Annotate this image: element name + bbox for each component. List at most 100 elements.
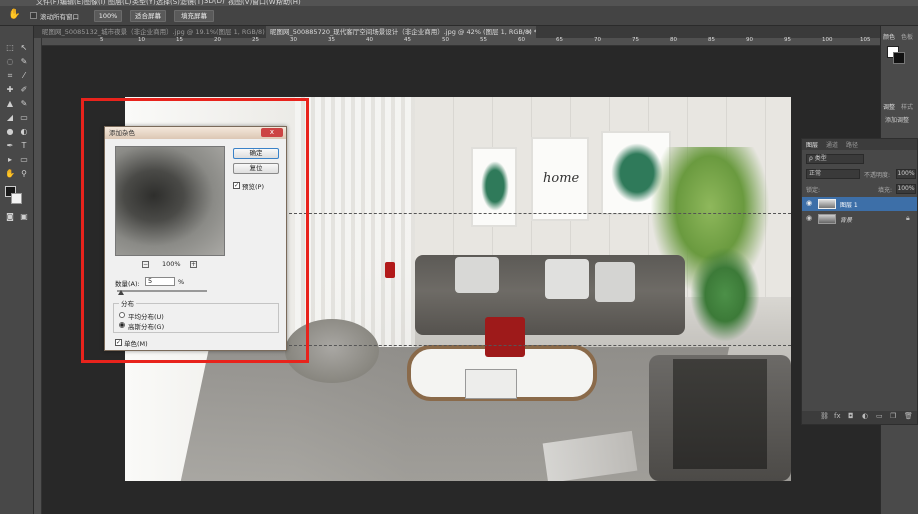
dodge-tool-icon[interactable]: ◐ xyxy=(18,127,30,137)
scroll-all-label: 滚动所有窗口 xyxy=(40,13,79,21)
eyedropper-icon[interactable]: ⁄ xyxy=(18,71,30,81)
frame-home-text: home xyxy=(543,171,580,186)
eraser-icon[interactable]: ◢ xyxy=(4,113,16,123)
tab-layers[interactable]: 图层 xyxy=(806,140,818,149)
fill-screen-button[interactable]: 填充屏幕 xyxy=(174,10,214,22)
new-layer-icon[interactable]: ❐ xyxy=(890,412,896,420)
close-icon[interactable]: × xyxy=(526,26,532,38)
pen-tool-icon[interactable]: ✒ xyxy=(4,141,16,151)
type-tool-icon[interactable]: T xyxy=(18,141,30,151)
blur-tool-icon[interactable]: ● xyxy=(4,127,16,137)
doc-tab-1[interactable]: 昵图网_50085132_城市夜景（非企业商用）.jpg @ 19.1%(图层 … xyxy=(38,26,266,38)
fit-screen-button[interactable]: 适合屏幕 xyxy=(130,10,166,22)
layer-name: 背景 xyxy=(840,217,853,224)
layer-style-icon[interactable]: fx xyxy=(834,412,841,420)
eye-icon[interactable]: ◉ xyxy=(806,199,812,207)
ruler-tick-label: 60 xyxy=(518,37,525,43)
tab-color[interactable]: 颜色 xyxy=(883,32,895,41)
ruler-tick-label: 40 xyxy=(366,37,373,43)
scroll-all-checkbox[interactable] xyxy=(30,12,37,19)
crop-tool-icon[interactable]: ⌗ xyxy=(4,71,16,81)
healing-brush-icon[interactable]: ✚ xyxy=(4,85,16,95)
hand-tool-icon[interactable]: ✋ xyxy=(8,9,20,20)
adjustment-layer-icon[interactable]: ◐ xyxy=(862,412,868,420)
sofa-cushion-white xyxy=(455,257,499,293)
brush-tool-icon[interactable]: ✐ xyxy=(18,85,30,95)
delete-layer-icon[interactable]: 🗑︎ xyxy=(904,412,913,420)
shape-tool-icon[interactable]: ▭ xyxy=(18,155,30,165)
layer-row[interactable]: ◉ 图层 1 xyxy=(802,197,917,211)
layer-name: 图层 1 xyxy=(840,202,858,209)
zoom-100-button[interactable]: 100% xyxy=(94,10,122,22)
layer-row[interactable]: ◉ 背景 🔒︎ xyxy=(802,212,917,226)
ruler-tick-label: 45 xyxy=(404,37,411,43)
marquee-tool-icon[interactable]: ⬚ xyxy=(4,43,16,53)
ruler-tick-label: 70 xyxy=(594,37,601,43)
layer-thumbnail xyxy=(818,199,836,209)
background-color-preview[interactable] xyxy=(893,52,905,64)
quick-select-icon[interactable]: ✎ xyxy=(18,57,30,67)
fill-label: 填充: xyxy=(878,187,893,194)
doc-tab-2[interactable]: 昵图网_500885720_现代客厅空间场景设计（非企业商用）.jpg @ 42… xyxy=(266,26,536,38)
ruler-tick-label: 20 xyxy=(214,37,221,43)
background-color-swatch[interactable] xyxy=(11,193,22,204)
tab-paths[interactable]: 路径 xyxy=(846,140,858,149)
quick-mask-icon[interactable]: ◙ xyxy=(4,212,16,222)
add-adjustment-label: 添加调整 xyxy=(885,117,910,124)
tab-adjust[interactable]: 调整 xyxy=(883,102,895,111)
eye-icon[interactable]: ◉ xyxy=(806,214,812,222)
selection-marquee xyxy=(289,345,791,346)
plant-lower xyxy=(690,247,760,342)
ruler-tick-label: 100 xyxy=(822,37,833,43)
opacity-input[interactable]: 100% xyxy=(896,169,916,179)
tools-panel: ⬚ ↖ ◌ ✎ ⌗ ⁄ ✚ ✐ ▲ ✎ ◢ ▭ ● ◐ ✒ T ▸ ▭ ✋ ⚲ … xyxy=(0,26,34,514)
ruler-tick-label: 105 xyxy=(860,37,871,43)
ruler-vertical xyxy=(34,38,42,514)
hand-tool-icon[interactable]: ✋ xyxy=(4,169,16,179)
books xyxy=(465,369,517,399)
ruler-tick-label: 15 xyxy=(176,37,183,43)
picture-frame-left xyxy=(471,147,517,227)
ruler-tick-label: 50 xyxy=(442,37,449,43)
leaf-art xyxy=(481,161,509,211)
blend-mode-select[interactable]: 正常 xyxy=(806,169,860,179)
ruler-tick-label: 95 xyxy=(784,37,791,43)
ruler-tick-label: 65 xyxy=(556,37,563,43)
screen-mode-icon[interactable]: ▣ xyxy=(18,212,30,222)
add-mask-icon[interactable]: ◘ xyxy=(848,412,854,420)
tab-channels[interactable]: 通道 xyxy=(826,140,838,149)
lock-icon: 🔒︎ xyxy=(906,214,910,222)
doc-tab-2-label: 昵图网_500885720_现代客厅空间场景设计（非企业商用）.jpg @ 42… xyxy=(270,28,536,36)
curtain xyxy=(295,97,415,347)
tab-styles[interactable]: 样式 xyxy=(901,102,913,111)
ruler-tick-label: 90 xyxy=(746,37,753,43)
ruler-tick-label: 80 xyxy=(670,37,677,43)
red-vase xyxy=(385,262,395,278)
sofa-cushion-white xyxy=(595,262,635,302)
layer-thumbnail xyxy=(818,214,836,224)
link-layers-icon[interactable]: ⛓ xyxy=(820,412,829,420)
options-bar: ✋ 滚动所有窗口 100% 适合屏幕 填充屏幕 xyxy=(0,6,918,26)
menu-item[interactable]: 3D(D) xyxy=(204,0,225,5)
history-brush-icon[interactable]: ✎ xyxy=(18,99,30,109)
layers-tab-bar: 图层 通道 路径 xyxy=(802,139,917,150)
gradient-tool-icon[interactable]: ▭ xyxy=(18,113,30,123)
selection-marquee xyxy=(289,213,791,214)
fill-input[interactable]: 100% xyxy=(896,184,916,194)
tab-swatches[interactable]: 色板 xyxy=(901,32,913,41)
ruler-tick-label: 30 xyxy=(290,37,297,43)
layer-filter-select[interactable]: ρ 类型 xyxy=(806,154,864,164)
ruler-horizontal: 5 10 15 20 25 30 35 40 45 50 55 60 65 70 75 80 85 90 95 100… xyxy=(40,37,880,46)
new-group-icon[interactable]: ▭ xyxy=(876,412,883,420)
sofa-cushion-white xyxy=(545,259,589,299)
lasso-tool-icon[interactable]: ◌ xyxy=(4,57,16,67)
picture-frame-center: home xyxy=(531,137,589,221)
move-tool-icon[interactable]: ↖ xyxy=(18,43,30,53)
layers-footer: ⛓ fx ◘ ◐ ▭ ❐ 🗑︎ xyxy=(802,411,917,424)
clone-stamp-icon[interactable]: ▲ xyxy=(4,99,16,109)
ruler-tick-label: 55 xyxy=(480,37,487,43)
ruler-tick-label: 35 xyxy=(328,37,335,43)
red-cups xyxy=(485,317,525,357)
zoom-tool-icon[interactable]: ⚲ xyxy=(18,169,30,179)
path-select-icon[interactable]: ▸ xyxy=(4,155,16,165)
